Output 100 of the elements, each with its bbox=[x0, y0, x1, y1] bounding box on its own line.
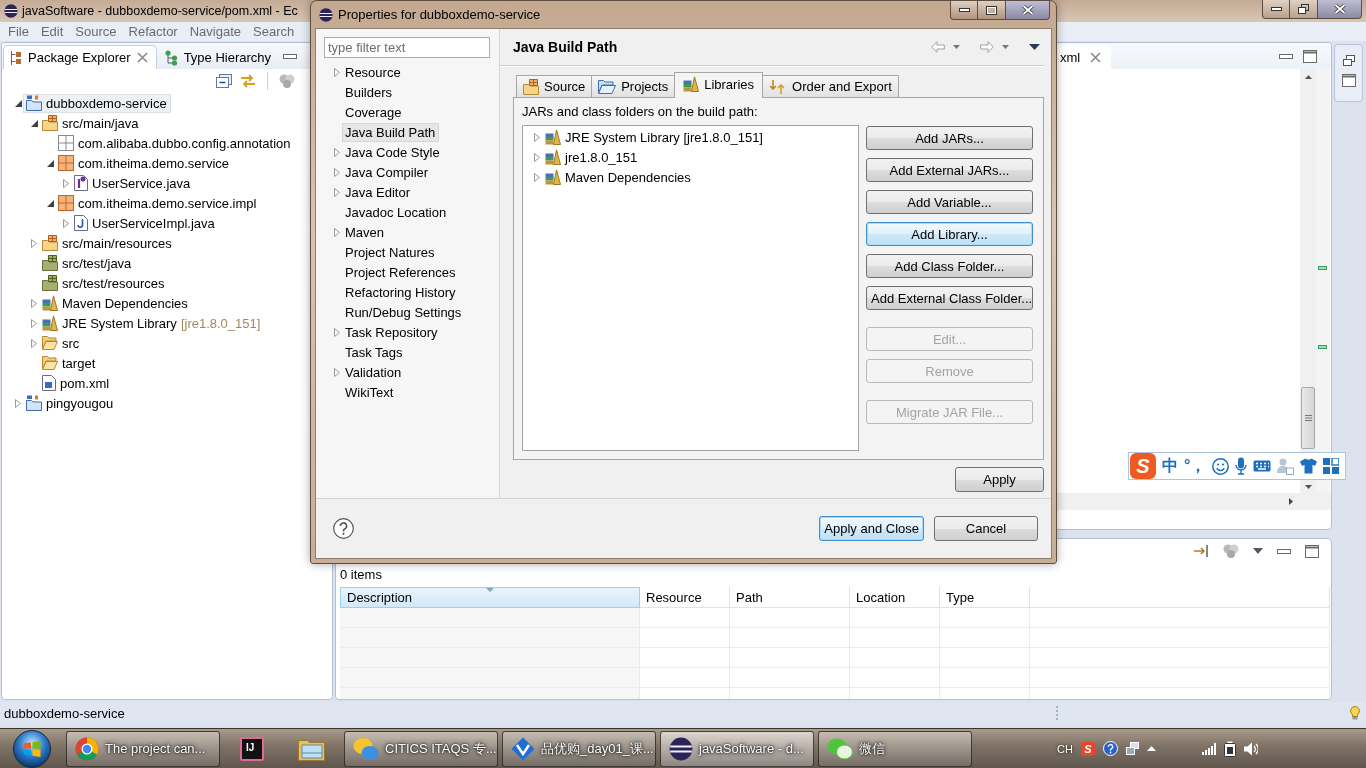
minimize-icon[interactable] bbox=[1279, 53, 1293, 59]
tree-item[interactable]: com.itheima.demo.service bbox=[55, 153, 233, 173]
tree-item[interactable]: UserServiceImpl.java bbox=[71, 213, 219, 233]
microphone-icon[interactable] bbox=[1235, 457, 1248, 475]
menu-item[interactable]: Search bbox=[247, 22, 301, 41]
tree-item[interactable]: Maven Dependencies bbox=[39, 293, 192, 313]
tab[interactable]: Projects bbox=[591, 75, 676, 97]
category-item[interactable]: Java Code Style bbox=[342, 142, 444, 162]
restore-button[interactable] bbox=[1290, 0, 1318, 19]
category-item[interactable]: Task Repository bbox=[342, 322, 442, 342]
tree-item[interactable]: dubboxdemo-service bbox=[23, 93, 171, 113]
category-item[interactable]: Resource bbox=[342, 62, 405, 82]
close-button[interactable] bbox=[1318, 0, 1362, 19]
shirt-icon[interactable] bbox=[1300, 458, 1318, 474]
action-button[interactable]: Add Class Folder... bbox=[866, 254, 1033, 278]
category-item[interactable]: Project Natures bbox=[342, 242, 439, 262]
ime-logo[interactable]: S bbox=[1081, 741, 1095, 756]
category-item[interactable]: Refactoring History bbox=[342, 282, 460, 302]
scroll-right-icon[interactable] bbox=[1289, 498, 1293, 505]
tree-item[interactable]: target bbox=[39, 353, 100, 373]
filter-field[interactable]: type filter text bbox=[324, 37, 490, 58]
tree-item[interactable]: pom.xml bbox=[39, 373, 114, 393]
minimize-button[interactable] bbox=[950, 1, 978, 20]
list-item[interactable]: Maven Dependencies bbox=[542, 167, 695, 187]
menu-item[interactable]: Refactor bbox=[122, 22, 184, 41]
view-tab[interactable]: Type Hierarchy bbox=[156, 45, 281, 69]
category-item[interactable]: Run/Debug Settings bbox=[342, 302, 466, 322]
grid-icon[interactable] bbox=[1323, 458, 1340, 474]
scroll-up-icon[interactable] bbox=[1304, 75, 1312, 79]
tree-item[interactable]: src/test/java bbox=[39, 253, 136, 273]
view-menu-icon[interactable] bbox=[1253, 548, 1263, 554]
expand-arrow-icon[interactable] bbox=[30, 119, 38, 127]
tab[interactable]: Order and Export bbox=[762, 75, 899, 97]
tree-item[interactable]: com.itheima.demo.service.impl bbox=[55, 193, 261, 213]
tree-item[interactable]: src bbox=[39, 333, 84, 353]
category-item[interactable]: Maven bbox=[342, 222, 389, 242]
category-item[interactable]: Task Tags bbox=[342, 342, 407, 362]
category-item[interactable]: Java Editor bbox=[342, 182, 415, 202]
category-item[interactable]: Coverage bbox=[342, 102, 406, 122]
dialog-button[interactable]: Apply and Close bbox=[819, 516, 924, 541]
category-item[interactable]: Project References bbox=[342, 262, 460, 282]
menu-item[interactable]: File bbox=[2, 22, 35, 41]
apply-button[interactable]: Apply bbox=[955, 467, 1044, 492]
action-button[interactable]: Add Variable... bbox=[866, 190, 1033, 214]
restore-icon[interactable] bbox=[1342, 55, 1355, 66]
category-item[interactable]: Builders bbox=[342, 82, 396, 102]
column-header[interactable]: Resource bbox=[640, 587, 730, 608]
minimize-button[interactable] bbox=[1262, 0, 1290, 19]
dialog-button[interactable]: Cancel bbox=[934, 516, 1038, 541]
action-button[interactable]: Add Library... bbox=[866, 222, 1033, 246]
close-icon[interactable] bbox=[1090, 51, 1102, 63]
tree-item[interactable]: pingyougou bbox=[23, 393, 118, 413]
scroll-down-icon[interactable] bbox=[1304, 485, 1312, 489]
column-header[interactable]: Type bbox=[940, 587, 1030, 608]
smiley-icon[interactable] bbox=[1212, 457, 1230, 475]
editor-tab[interactable]: xml bbox=[1057, 45, 1112, 69]
keyboard-icon[interactable] bbox=[1253, 460, 1272, 472]
tab[interactable]: Source bbox=[516, 75, 593, 97]
category-item[interactable]: Java Build Path bbox=[342, 122, 440, 142]
column-header[interactable]: Path bbox=[730, 587, 850, 608]
tree-item[interactable]: src/test/resources bbox=[39, 273, 169, 293]
tree-item[interactable]: JRE System Library [jre1.8.0_151] bbox=[39, 313, 265, 333]
caret-up-icon[interactable] bbox=[1147, 746, 1156, 751]
dropdown-caret-icon[interactable] bbox=[1002, 45, 1009, 49]
input-mode-toggle[interactable]: 中 bbox=[1162, 455, 1178, 477]
focus-arrow-icon[interactable] bbox=[1193, 545, 1209, 557]
collapse-all-icon[interactable] bbox=[216, 74, 232, 88]
menu-item[interactable]: Source bbox=[69, 22, 123, 41]
speaker-icon[interactable] bbox=[1244, 741, 1258, 756]
maximize-icon[interactable] bbox=[1303, 49, 1317, 63]
tree-item[interactable]: src/main/java bbox=[39, 113, 143, 133]
taskbar-button[interactable]: IJ bbox=[224, 730, 280, 767]
language-indicator[interactable]: CH bbox=[1057, 742, 1073, 755]
maximize-button[interactable] bbox=[978, 1, 1006, 20]
column-header[interactable]: Location bbox=[850, 587, 940, 608]
expand-arrow-icon[interactable] bbox=[14, 99, 22, 107]
close-button[interactable] bbox=[1006, 1, 1050, 20]
category-item[interactable]: WikiText bbox=[342, 382, 398, 402]
window-icon[interactable] bbox=[1126, 742, 1139, 755]
battery-icon[interactable] bbox=[1224, 740, 1236, 757]
action-button[interactable]: Add External JARs... bbox=[866, 158, 1033, 182]
action-button[interactable]: Add External Class Folder... bbox=[866, 286, 1033, 310]
tree-item[interactable]: UserService.java bbox=[71, 173, 195, 193]
signal-icon[interactable] bbox=[1202, 742, 1216, 755]
category-item[interactable]: Javadoc Location bbox=[342, 202, 451, 222]
list-item[interactable]: JRE System Library [jre1.8.0_151] bbox=[542, 127, 767, 147]
close-icon[interactable] bbox=[136, 52, 148, 63]
tree-item[interactable]: src/main/resources bbox=[39, 233, 176, 253]
maximize-icon[interactable] bbox=[1341, 74, 1356, 87]
punctuation-toggle[interactable]: °， bbox=[1184, 455, 1207, 477]
action-button[interactable]: Add JARs... bbox=[866, 126, 1033, 150]
menu-item[interactable]: Edit bbox=[34, 22, 70, 41]
dropdown-caret-icon[interactable] bbox=[953, 45, 960, 49]
minimize-icon[interactable] bbox=[283, 53, 297, 59]
expand-arrow-icon[interactable] bbox=[46, 159, 54, 167]
tab[interactable]: Libraries bbox=[674, 72, 764, 98]
expand-arrow-icon[interactable] bbox=[46, 199, 54, 207]
view-tab[interactable]: Package Explorer bbox=[3, 45, 157, 69]
category-item[interactable]: Java Compiler bbox=[342, 162, 433, 182]
minimize-icon[interactable] bbox=[1277, 548, 1291, 554]
